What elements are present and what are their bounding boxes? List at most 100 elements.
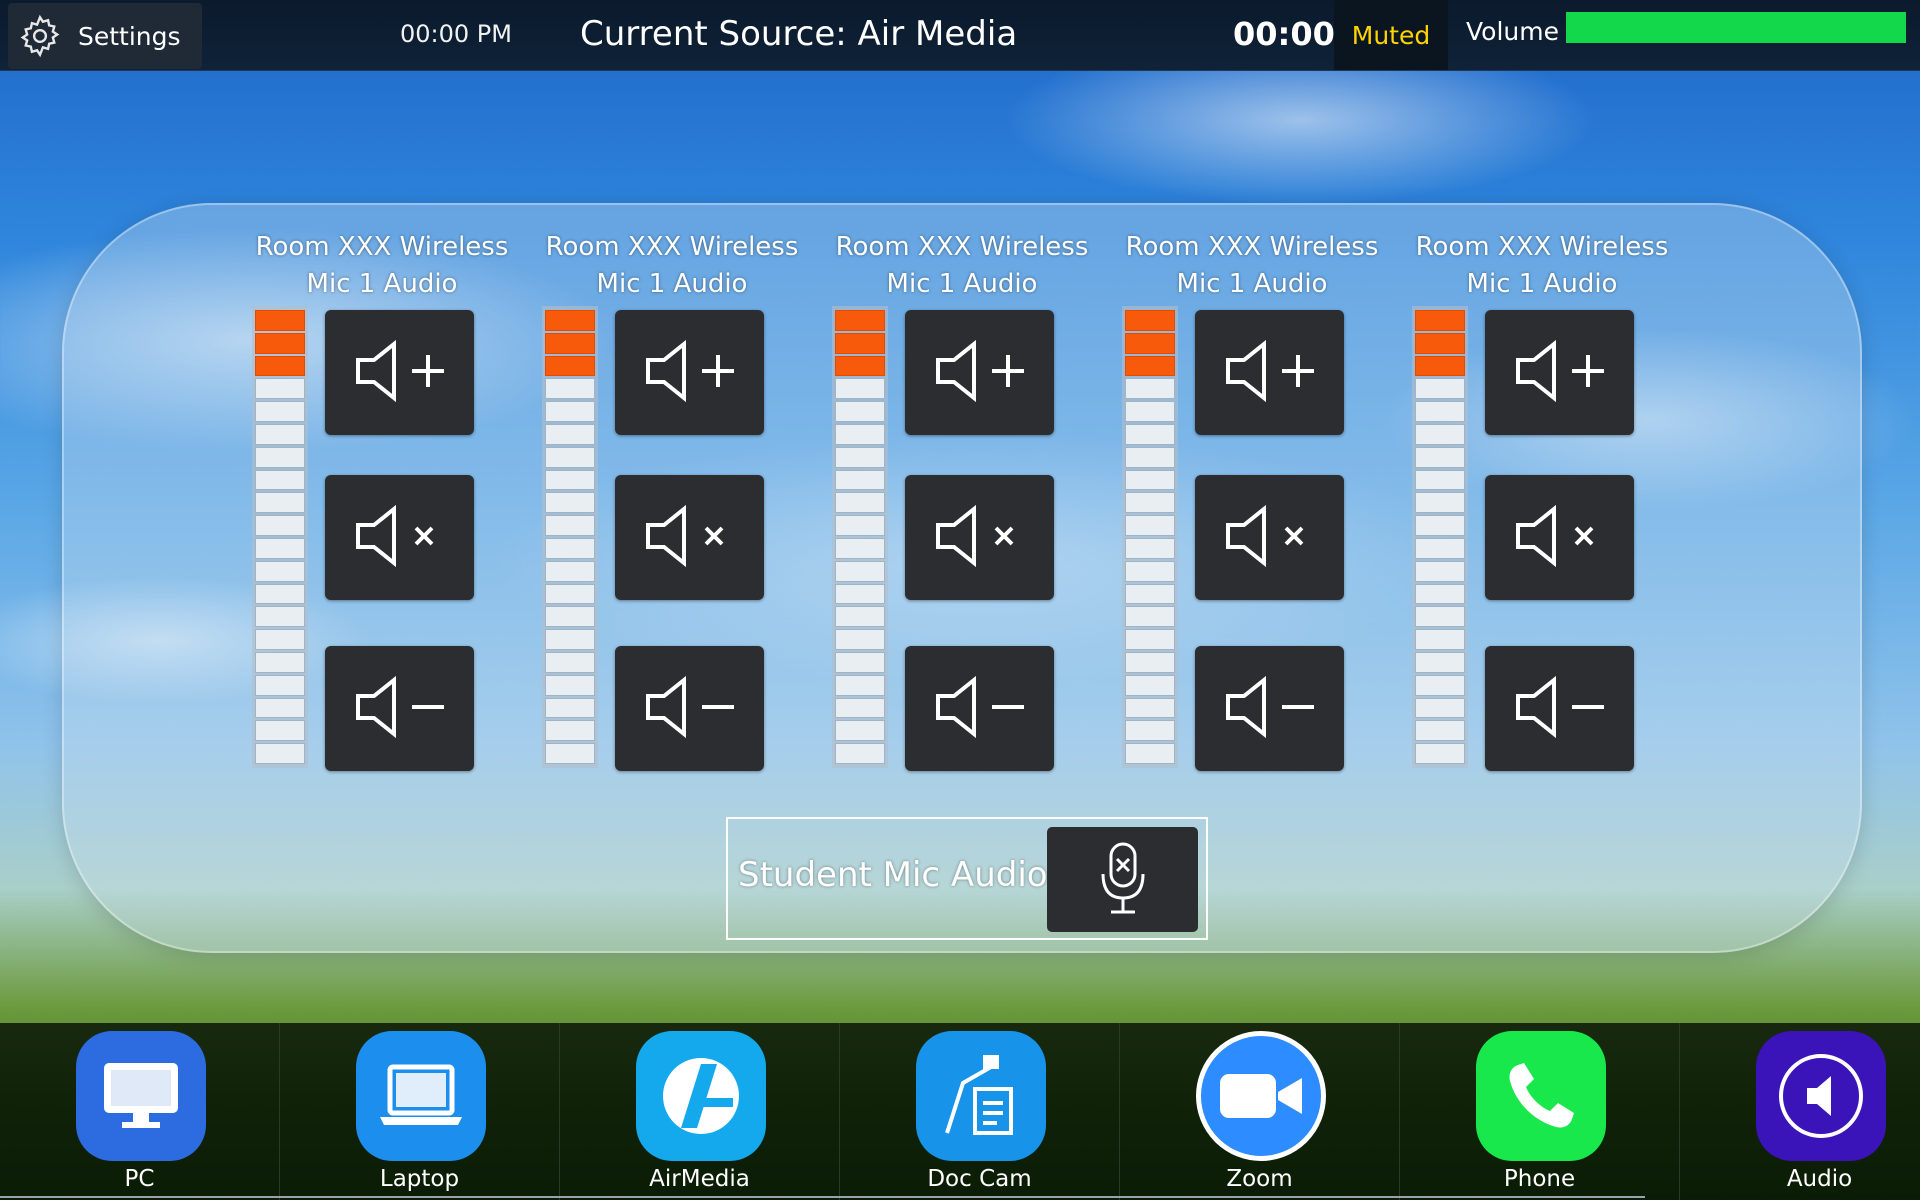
volume-down-button[interactable] [1195,646,1344,771]
meter-segment [255,423,305,445]
meter-segment [1415,697,1465,719]
meter-segment [1125,629,1175,650]
volume-down-button[interactable] [615,646,764,771]
mute-button[interactable] [615,475,764,600]
mic-channel: Room XXX Wireless Mic 1 Audio [812,229,1112,771]
channel-title: Room XXX Wireless Mic 1 Audio [812,229,1112,303]
meter-segment [545,469,595,491]
volume-up-button[interactable] [325,310,474,435]
meter-segment [835,606,885,628]
meter-segment [1415,583,1465,605]
mic-channel: Room XXX Wireless Mic 1 Audio [1392,229,1692,771]
mute-button[interactable] [1195,475,1344,600]
meter-segment [835,674,885,696]
meter-segment [1415,629,1465,650]
volume-down-button[interactable] [905,646,1054,771]
volume-down-icon [1510,672,1610,746]
meter-segment [1415,515,1465,536]
volume-down-button[interactable] [325,646,474,771]
meter-segment [1125,332,1175,354]
channel-title-line2: Mic 1 Audio [596,269,748,299]
meter-segment [835,697,885,719]
meter-segment [1415,310,1465,331]
meter-segment [835,560,885,582]
meter-segment [255,469,305,491]
meter-segment [255,697,305,719]
volume-mute-icon [930,501,1030,575]
meter-segment [1125,401,1175,422]
meter-segment [835,469,885,491]
volume-up-button[interactable] [1195,310,1344,435]
meter-segment [545,606,595,628]
volume-up-button[interactable] [905,310,1054,435]
meter-segment [255,629,305,650]
meter-segment [1125,469,1175,491]
volume-up-icon [1510,336,1610,410]
meter-segment [1415,446,1465,468]
volume-up-icon [640,336,740,410]
source-doc-cam[interactable]: Doc Cam [840,1023,1120,1200]
student-mic-mute-button[interactable] [1047,827,1198,932]
volume-up-icon [350,336,450,410]
meter-segment [1125,378,1175,400]
muted-indicator[interactable]: Muted [1334,0,1448,70]
meter-segment [835,515,885,536]
volume-fill [1566,12,1906,43]
level-meter [832,306,888,768]
meter-segment [835,423,885,445]
source-phone[interactable]: Phone [1400,1023,1680,1200]
meter-segment [255,332,305,354]
monitor-icon [76,1031,206,1161]
video-camera-icon [1196,1031,1326,1161]
source-zoom[interactable]: Zoom [1120,1023,1400,1200]
source-airmedia[interactable]: AirMedia [560,1023,840,1200]
meter-segment [1125,446,1175,468]
volume-slider[interactable] [1566,12,1906,43]
channel-title-line1: Room XXX Wireless [255,232,509,262]
volume-up-button[interactable] [615,310,764,435]
mute-button[interactable] [1485,475,1634,600]
meter-segment [545,332,595,354]
meter-segment [545,515,595,536]
mute-button[interactable] [905,475,1054,600]
mute-button[interactable] [325,475,474,600]
source-audio[interactable]: Audio [1680,1023,1920,1200]
meter-segment [545,743,595,764]
settings-button[interactable]: Settings [8,3,202,69]
level-meter [1122,306,1178,768]
meter-segment [545,378,595,400]
meter-segment [255,651,305,673]
meter-segment [545,492,595,514]
meter-segment [1125,697,1175,719]
channel-title: Room XXX Wireless Mic 1 Audio [1392,229,1692,303]
volume-mute-icon [350,501,450,575]
meter-segment [835,537,885,559]
source-pc[interactable]: PC [0,1023,280,1200]
meter-segment [545,423,595,445]
volume-up-icon [930,336,1030,410]
clock: 00:00 PM [400,20,512,48]
top-bar: Settings 00:00 PM Current Source: Air Me… [0,0,1920,71]
level-meter [1412,306,1468,768]
source-laptop[interactable]: Laptop [280,1023,560,1200]
channel-title-line2: Mic 1 Audio [306,269,458,299]
meter-segment [1125,537,1175,559]
volume-mute-icon [1220,501,1320,575]
meter-segment [545,537,595,559]
volume-mute-icon [640,501,740,575]
airmedia-icon [636,1031,766,1161]
volume-down-button[interactable] [1485,646,1634,771]
channel-title-line1: Room XXX Wireless [545,232,799,262]
muted-label: Muted [1351,20,1431,50]
meter-segment [1125,674,1175,696]
meter-segment [835,446,885,468]
source-label: Zoom [1226,1166,1293,1192]
mic-channel: Room XXX Wireless Mic 1 Audio [1102,229,1402,771]
volume-up-button[interactable] [1485,310,1634,435]
meter-segment [1415,332,1465,354]
meter-segment [1415,423,1465,445]
meter-segment [1415,401,1465,422]
volume-down-icon [350,672,450,746]
meter-segment [835,743,885,764]
volume-label: Volume [1466,17,1559,46]
